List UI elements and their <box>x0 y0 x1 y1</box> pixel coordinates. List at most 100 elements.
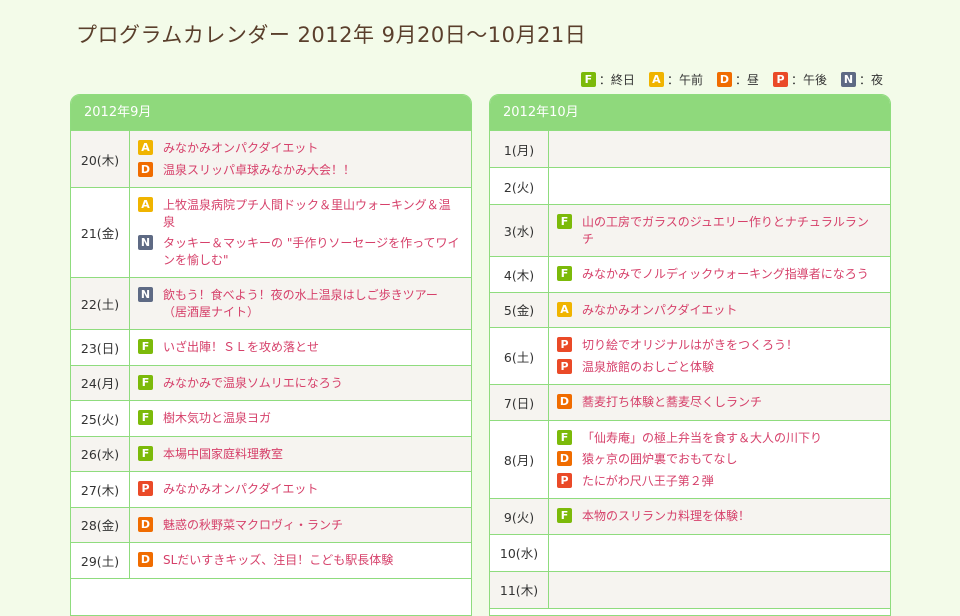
legend-label: ：昼 <box>734 73 759 87</box>
time-badge-icon: D <box>138 161 153 177</box>
legend-item: P ：午後 <box>772 71 827 88</box>
event-link[interactable]: みなかみオンパクダイエット <box>163 481 318 498</box>
day-row: 4(木) F みなかみでノルディックウォーキング指導者になろう <box>490 257 890 293</box>
calendar-september: 2012年9月 20(木) A みなかみオンパクダイエット D 温泉スリッパ卓球みなかみ… <box>70 94 472 616</box>
time-legend: F ：終日 A ：午前 D ：昼 P ：午後 N ：夜 <box>580 71 883 88</box>
event-link[interactable]: みなかみで温泉ソムリエになろう <box>163 375 343 392</box>
month-header: 2012年9月 <box>71 95 471 131</box>
event-item: A みなかみオンパクダイエット <box>557 301 880 319</box>
day-row: 8(月) F 「仙寿庵」の極上弁当を食す＆大人の川下り D 猿ヶ京の囲炉裏でおもてなし P… <box>490 420 890 499</box>
day-events: F 「仙寿庵」の極上弁当を食す＆大人の川下り D 猿ヶ京の囲炉裏でおもてなし P たにがわ… <box>549 421 890 499</box>
event-link[interactable]: みなかみオンパクダイエット <box>163 140 318 157</box>
day-events: F みなかみでノルディックウォーキング指導者になろう <box>549 257 890 292</box>
event-link[interactable]: 本物のスリランカ料理を体験！ <box>582 508 750 525</box>
event-item: P たにがわ尺八王子第２弾 <box>557 472 880 490</box>
event-item: P 切り絵でオリジナルはがきをつくろう！ <box>557 337 880 354</box>
event-item: F 本場中国家庭料理教室 <box>138 445 461 463</box>
day-events: F 本物のスリランカ料理を体験！ <box>549 499 890 534</box>
time-badge-icon: D <box>138 516 153 532</box>
event-link[interactable]: いざ出陣！ＳＬを攻め落とせ <box>163 339 319 356</box>
event-link[interactable]: みなかみオンパクダイエット <box>582 302 737 319</box>
event-link[interactable]: 本場中国家庭料理教室 <box>163 446 283 463</box>
event-item: N 飲もう！食べよう！夜の水上温泉はしご歩きツアー（居酒屋ナイト） <box>138 287 461 320</box>
time-badge-icon: N <box>840 72 856 87</box>
day-events <box>549 168 890 204</box>
day-events <box>549 535 890 571</box>
time-badge-icon: F <box>557 266 572 281</box>
event-item: F 山の工房でガラスのジュエリー作りとナチュラルランチ <box>557 214 880 247</box>
day-row: 25(火) F 樹木気功と温泉ヨガ <box>71 401 471 437</box>
day-events: P 切り絵でオリジナルはがきをつくろう！ P 温泉旅館のおしごと体験 <box>549 328 890 384</box>
event-item: P 温泉旅館のおしごと体験 <box>557 358 880 376</box>
time-badge-icon: F <box>557 214 572 229</box>
time-badge-icon: D <box>557 394 572 409</box>
event-item: F みなかみでノルディックウォーキング指導者になろう <box>557 266 880 283</box>
event-link[interactable]: 魅惑の秋野菜マクロヴィ・ランチ <box>163 517 343 534</box>
time-badge-icon: F <box>138 339 153 354</box>
day-date: 2(火) <box>490 168 549 204</box>
day-date: 6(土) <box>490 328 549 384</box>
event-item: F 樹木気功と温泉ヨガ <box>138 410 461 427</box>
day-date: 29(土) <box>71 543 130 578</box>
day-events: F 樹木気功と温泉ヨガ <box>130 401 471 436</box>
day-date: 20(木) <box>71 131 130 187</box>
day-events: D 魅惑の秋野菜マクロヴィ・ランチ <box>130 508 471 543</box>
day-events <box>549 131 890 167</box>
calendar-october: 2012年10月 1(月) 2(火) 3(水) F 山の工房でガラスのジュエリー作りとナ… <box>489 94 891 616</box>
day-date: 21(金) <box>71 188 130 277</box>
event-link[interactable]: みなかみでノルディックウォーキング指導者になろう <box>582 266 869 283</box>
event-link[interactable]: 山の工房でガラスのジュエリー作りとナチュラルランチ <box>582 214 880 247</box>
day-row: 24(月) F みなかみで温泉ソムリエになろう <box>71 365 471 401</box>
event-item: F いざ出陣！ＳＬを攻め落とせ <box>138 339 461 356</box>
event-link[interactable]: たにがわ尺八王子第２弾 <box>582 473 714 490</box>
event-item: A 上牧温泉病院プチ人間ドック＆里山ウォーキング＆温泉 <box>138 197 461 230</box>
day-events: A みなかみオンパクダイエット <box>549 293 890 328</box>
legend-label: ：午後 <box>790 73 827 87</box>
day-events: F いざ出陣！ＳＬを攻め落とせ <box>130 330 471 365</box>
day-date: 4(木) <box>490 257 549 292</box>
day-events <box>549 572 890 608</box>
event-item: F 本物のスリランカ料理を体験！ <box>557 508 880 525</box>
day-row: 20(木) A みなかみオンパクダイエット D 温泉スリッパ卓球みなかみ大会！！ <box>71 131 471 188</box>
day-row: 26(水) F 本場中国家庭料理教室 <box>71 436 471 472</box>
time-badge-icon: F <box>580 72 596 87</box>
event-link[interactable]: 蕎麦打ち体験と蕎麦尽くしランチ <box>582 394 762 411</box>
time-badge-icon: D <box>557 451 572 466</box>
event-link[interactable]: 飲もう！食べよう！夜の水上温泉はしご歩きツアー（居酒屋ナイト） <box>163 287 461 320</box>
day-date: 11(木) <box>490 571 549 608</box>
day-date: 1(月) <box>490 131 549 167</box>
day-date: 23(日) <box>71 330 130 365</box>
legend-label: ：午前 <box>666 73 703 87</box>
event-link[interactable]: 温泉スリッパ卓球みなかみ大会！！ <box>163 162 355 179</box>
day-row: 22(土) N 飲もう！食べよう！夜の水上温泉はしご歩きツアー（居酒屋ナイト） <box>71 278 471 330</box>
event-link[interactable]: 樹木気功と温泉ヨガ <box>163 410 271 427</box>
day-date: 3(水) <box>490 205 549 256</box>
event-link[interactable]: 「仙寿庵」の極上弁当を食す＆大人の川下り <box>582 430 822 447</box>
time-badge-icon: P <box>138 481 153 496</box>
time-badge-icon: A <box>648 72 664 87</box>
day-events: N 飲もう！食べよう！夜の水上温泉はしご歩きツアー（居酒屋ナイト） <box>130 278 471 329</box>
day-row: 27(木) P みなかみオンパクダイエット <box>71 472 471 508</box>
event-link[interactable]: 上牧温泉病院プチ人間ドック＆里山ウォーキング＆温泉 <box>163 197 461 230</box>
event-link[interactable]: 切り絵でオリジナルはがきをつくろう！ <box>582 337 798 354</box>
event-item: D SLだいすきキッズ、注目！こども駅長体験 <box>138 552 461 569</box>
day-row: 5(金) A みなかみオンパクダイエット <box>490 292 890 328</box>
legend-item: N ：夜 <box>840 71 883 88</box>
day-date: 22(土) <box>71 278 130 329</box>
day-events: D 蕎麦打ち体験と蕎麦尽くしランチ <box>549 385 890 420</box>
day-row: 28(金) D 魅惑の秋野菜マクロヴィ・ランチ <box>71 507 471 543</box>
event-link[interactable]: SLだいすきキッズ、注目！こども駅長体験 <box>163 552 393 569</box>
event-item: F 「仙寿庵」の極上弁当を食す＆大人の川下り <box>557 429 880 447</box>
time-badge-icon: P <box>772 72 788 87</box>
day-events: D SLだいすきキッズ、注目！こども駅長体験 <box>130 543 471 578</box>
time-badge-icon: P <box>557 337 572 352</box>
day-events: A 上牧温泉病院プチ人間ドック＆里山ウォーキング＆温泉 N タッキー＆マッキーの "手… <box>130 188 471 277</box>
day-date: 28(金) <box>71 507 130 542</box>
day-events: F 山の工房でガラスのジュエリー作りとナチュラルランチ <box>549 205 890 256</box>
time-badge-icon: A <box>557 301 572 317</box>
time-badge-icon: N <box>138 235 153 250</box>
event-link[interactable]: タッキー＆マッキーの "手作りソーセージを作ってワインを愉しむ" <box>163 235 461 268</box>
event-link[interactable]: 猿ヶ京の囲炉裏でおもてなし <box>582 451 738 468</box>
day-date: 27(木) <box>71 472 130 507</box>
event-link[interactable]: 温泉旅館のおしごと体験 <box>582 359 714 376</box>
